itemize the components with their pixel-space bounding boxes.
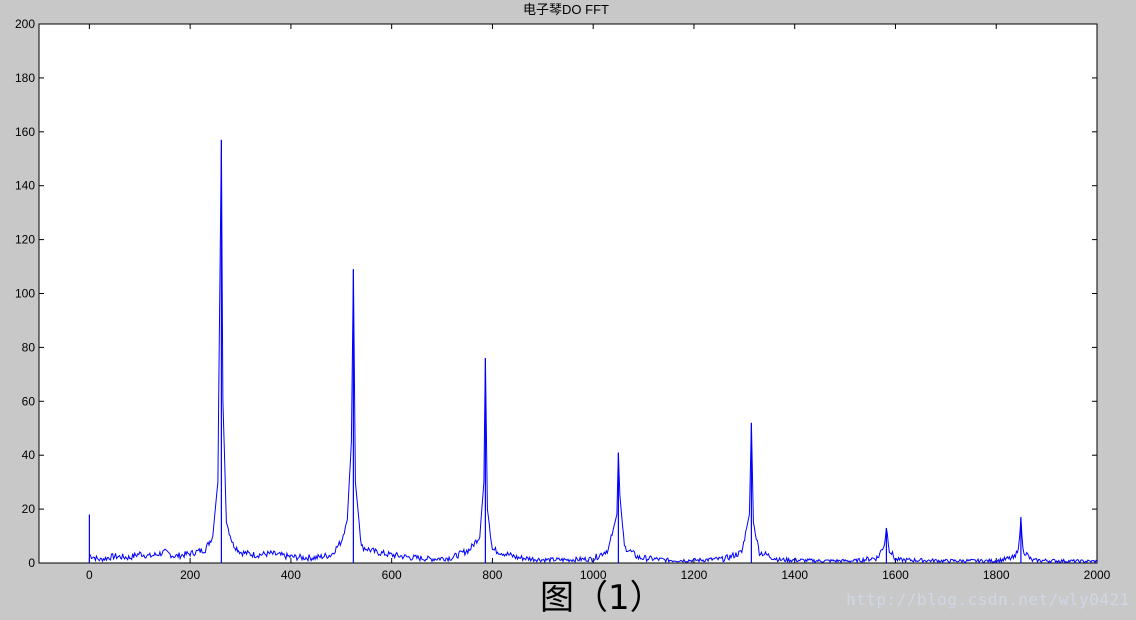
- y-tick-label: 120: [15, 233, 35, 247]
- x-tick-label: 1800: [983, 568, 1010, 582]
- x-tick-label: 1200: [681, 568, 708, 582]
- y-tick-label: 160: [15, 125, 35, 139]
- x-tick-label: 1400: [781, 568, 808, 582]
- y-tick-label: 40: [22, 448, 36, 462]
- watermark: http://blog.csdn.net/wly0421: [846, 590, 1130, 609]
- x-tick-label: 200: [180, 568, 200, 582]
- figure-caption: 图（1）: [540, 578, 664, 618]
- x-tick-label: 1600: [882, 568, 909, 582]
- fft-figure: 电子琴DO FFT 0 200 400 600 800 1000 1200 1400 1600 1…: [15, 2, 1111, 582]
- plot-area: [38, 23, 1098, 564]
- y-tick-label: 180: [15, 71, 35, 85]
- y-tick-label: 200: [15, 17, 35, 31]
- y-tick-label: 80: [22, 340, 36, 354]
- y-tick-label: 140: [15, 179, 35, 193]
- x-tick-label: 400: [281, 568, 301, 582]
- y-tick-label: 60: [22, 394, 36, 408]
- y-tick-label: 20: [22, 502, 36, 516]
- y-tick-label: 0: [28, 556, 35, 570]
- x-tick-label: 2000: [1084, 568, 1111, 582]
- x-tick-label: 0: [86, 568, 93, 582]
- x-tick-label: 600: [382, 568, 402, 582]
- chart-title: 电子琴DO FFT: [523, 2, 609, 17]
- x-tick-label: 800: [482, 568, 502, 582]
- y-tick-label: 100: [15, 287, 35, 301]
